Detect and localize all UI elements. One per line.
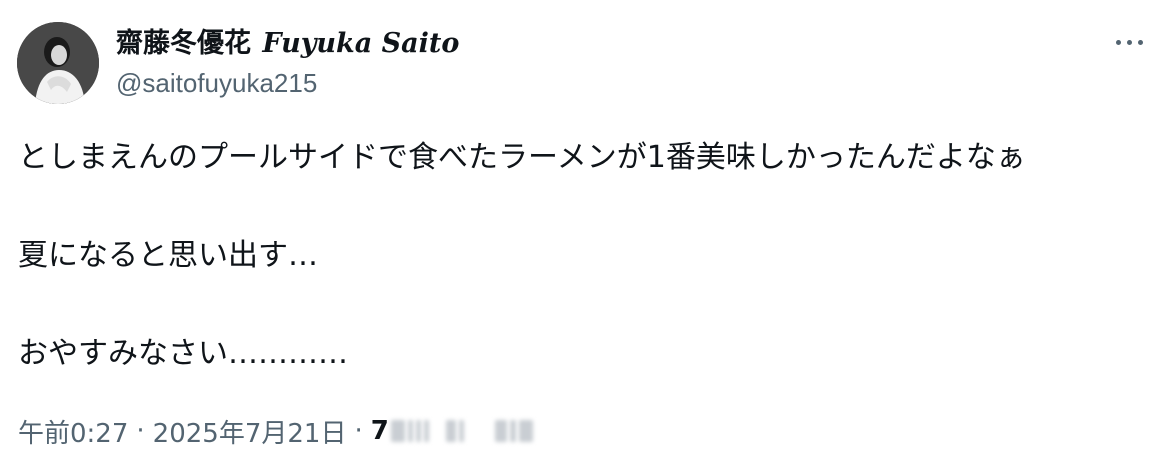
more-horizontal-icon [1126,39,1132,45]
tweet-date[interactable]: 2025年7月21日 [153,413,347,450]
user-handle[interactable]: @saitofuyuka215 [116,66,317,100]
tweet-card: 齋藤冬優花 Fuyuka Saito @saitofuyuka215 としまえん… [0,0,1164,466]
more-horizontal-icon [1137,39,1143,45]
avatar[interactable] [17,22,99,104]
avatar-photo [17,22,99,104]
view-count-prefix: 7 [370,416,389,446]
more-options-button[interactable] [1108,26,1150,58]
meta-separator: · [136,416,145,446]
tweet-text-line: 夏になると思い出す… [18,238,318,273]
view-count[interactable]: 7 [371,416,533,446]
display-name-en: Fuyuka Saito [262,28,460,59]
tweet-meta: 午前0:27 · 2025年7月21日 · 7 [18,412,533,450]
tweet-text-line: としまえんのプールサイドで食べたラーメンが1番美味しかったんだよなぁ [18,140,1026,175]
tweet-text-line: おやすみなさい………… [18,336,348,371]
more-horizontal-icon [1115,39,1121,45]
display-name-jp: 齋藤冬優花 [116,28,251,59]
display-name[interactable]: 齋藤冬優花 Fuyuka Saito [116,26,459,62]
meta-separator: · [354,416,363,446]
tweet-time[interactable]: 午前0:27 [18,413,128,450]
blurred-view-count [390,420,533,442]
